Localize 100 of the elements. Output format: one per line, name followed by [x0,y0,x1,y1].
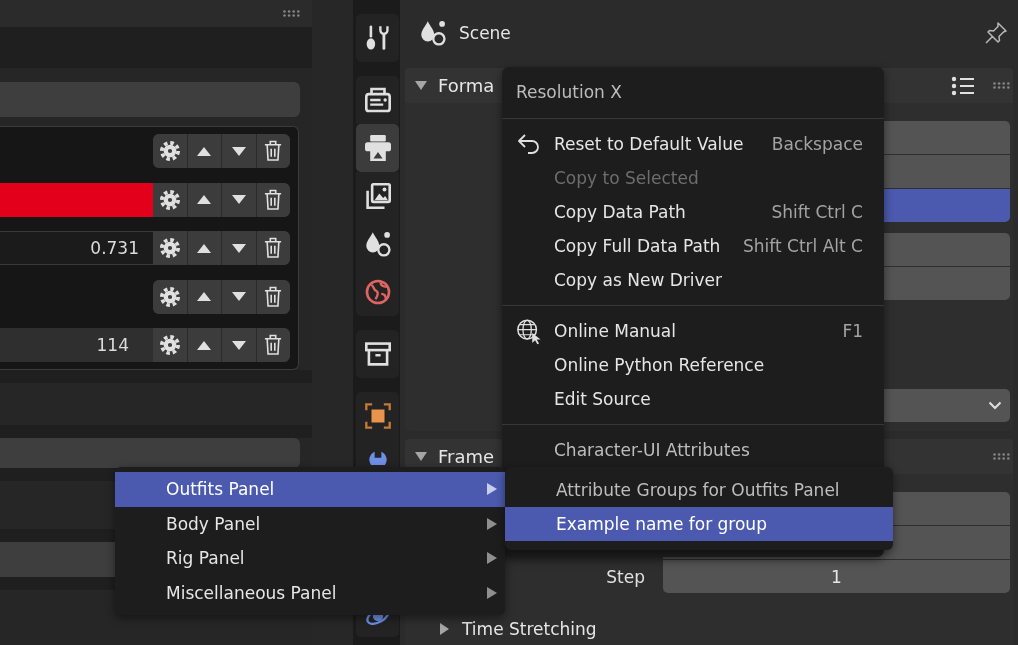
triangle-up-icon [197,340,212,350]
triangle-up-icon [197,243,212,253]
camera-icon [364,87,391,113]
pin-icon[interactable] [984,21,1008,45]
menu-item[interactable]: Rig Panel [115,541,505,576]
trash-icon [264,334,283,356]
printer-icon [364,135,391,161]
move-up-button[interactable] [187,328,221,362]
properties-tab[interactable] [356,330,399,378]
menu-heading: Character-UI Attributes [554,440,750,460]
move-down-button[interactable] [222,279,256,314]
shortcut-label: F1 [842,321,863,341]
triangle-icon[interactable] [440,622,449,635]
trash-icon [264,188,283,211]
submenu-arrow-icon [487,586,497,599]
menu-item[interactable]: Online Python Reference [554,355,765,375]
globe-cursor-icon [516,317,542,345]
gear-icon [159,335,180,355]
settings-button[interactable] [153,231,187,265]
gear-icon [159,141,180,161]
menu-item[interactable]: Copy Data Path [554,202,686,222]
menu-item[interactable]: Online Manual [554,321,676,341]
gear-icon [159,238,180,258]
gear-icon [159,286,180,307]
drag-handle-icon[interactable] [993,82,1010,89]
settings-button[interactable] [153,279,187,314]
input-field[interactable] [0,82,300,117]
gear-icon [159,189,180,210]
color-field[interactable] [0,182,153,217]
menu-item[interactable]: Outfits Panel [115,472,505,507]
settings-button[interactable] [153,328,187,362]
delete-button[interactable] [256,134,290,168]
properties-tab[interactable] [356,14,399,62]
delete-button[interactable] [256,231,290,265]
move-down-button[interactable] [222,328,256,362]
shortcut-label: Backspace [771,134,863,154]
tools-icon [364,25,391,51]
images-icon [364,183,391,209]
triangle-down-icon [231,340,246,350]
panel-title[interactable]: Forma [438,75,495,96]
move-up-button[interactable] [187,182,221,217]
move-down-button[interactable] [222,182,256,217]
properties-tab[interactable] [356,76,399,124]
move-up-button[interactable] [187,134,221,168]
move-down-button[interactable] [222,231,256,265]
delete-button[interactable] [256,279,290,314]
drops-icon [364,231,391,257]
menu-item[interactable]: Miscellaneous Panel [115,575,505,610]
chevron-down-icon [988,401,1002,410]
delete-button[interactable] [256,182,290,217]
move-up-button[interactable] [187,279,221,314]
number-field[interactable]: 0.731 [0,231,153,265]
submenu-arrow-icon [487,483,497,496]
triangle-icon[interactable] [415,81,427,90]
drops-icon [420,20,446,46]
triangle-down-icon [231,292,246,301]
drag-handle-icon[interactable] [993,453,1010,460]
triangle-down-icon [231,146,246,156]
input-field[interactable] [0,438,300,468]
menu-title: Resolution X [515,81,622,104]
properties-tab[interactable] [356,172,399,220]
menu-item[interactable]: Example name for group [505,507,893,541]
settings-button[interactable] [153,134,187,168]
menu-item[interactable]: Body Panel [115,506,505,541]
triangle-down-icon [231,195,246,204]
move-up-button[interactable] [187,231,221,265]
globe-icon [364,279,391,305]
properties-tab[interactable] [356,124,399,172]
submenu-arrow-icon [487,552,497,565]
menu-item[interactable]: Reset to Default Value [554,134,744,154]
triangle-up-icon [197,146,212,156]
triangle-down-icon [231,243,246,253]
delete-button[interactable] [256,328,290,362]
number-field[interactable]: 1 [663,560,1010,593]
menu-item[interactable]: Copy as New Driver [554,270,722,290]
menu-item[interactable]: Copy Full Data Path [554,236,721,256]
wrench-icon [367,451,388,465]
drag-handle-icon[interactable] [283,10,300,17]
menu-heading: Attribute Groups for Outfits Panel [556,480,840,500]
properties-tab[interactable] [356,392,399,440]
list-icon[interactable] [951,74,975,97]
undo-icon [517,133,541,155]
shortcut-label: Shift Ctrl Alt C [743,236,863,256]
context-title: Scene [459,23,511,43]
archive-box-icon [364,341,391,367]
settings-button[interactable] [153,182,187,217]
subpanel-title[interactable]: Time Stretching [462,618,597,639]
number-field[interactable]: 114 [0,328,153,362]
trash-icon [264,237,283,259]
square-icon [364,403,391,429]
triangle-up-icon [197,195,212,204]
menu-item[interactable]: Edit Source [554,389,651,409]
move-down-button[interactable] [222,134,256,168]
triangle-up-icon [197,292,212,301]
field-label: Step [606,566,645,587]
triangle-icon[interactable] [415,452,427,461]
submenu-arrow-icon [487,517,497,530]
trash-icon [264,285,283,308]
panel-title[interactable]: Frame [438,446,495,467]
trash-icon [264,140,283,162]
